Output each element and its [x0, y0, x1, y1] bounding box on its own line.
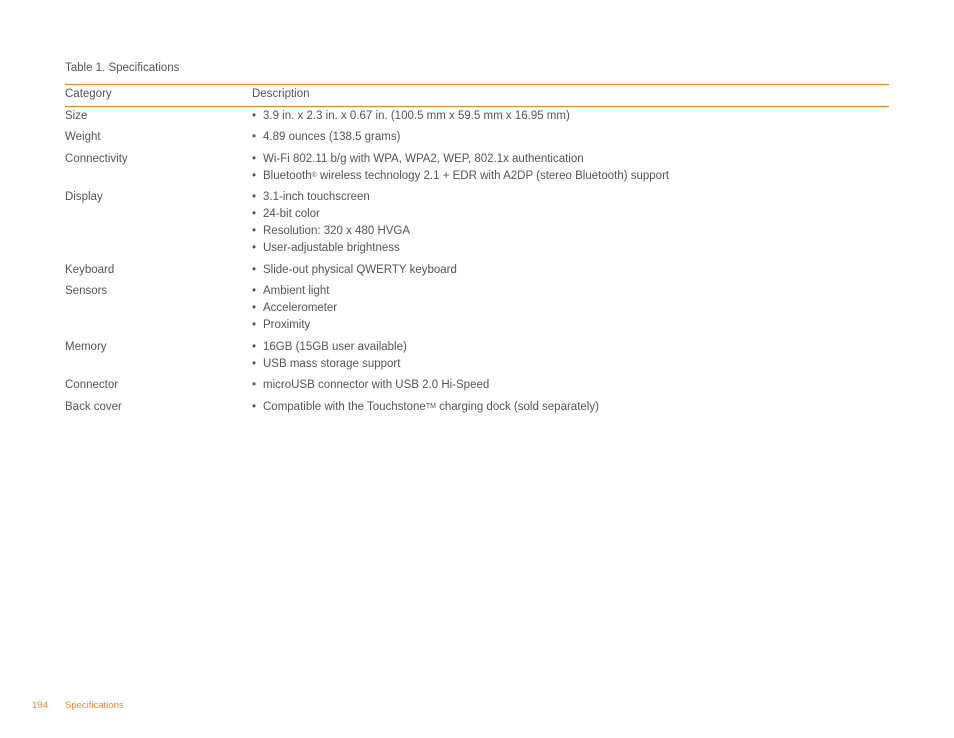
description-bullet: • 3.9 in. x 2.3 in. x 0.67 in. (100.5 mm … — [252, 108, 570, 125]
row-category: Weight — [65, 131, 101, 143]
bullet-text: Resolution: 320 x 480 HVGA — [263, 225, 411, 237]
row-description: • Ambient light • Accelerometer • Proximity — [252, 283, 337, 334]
bullet-icon: • — [252, 208, 257, 220]
table-top-rule — [65, 84, 889, 85]
bullet-icon: • — [252, 341, 257, 353]
bullet-text: Ambient light — [263, 285, 330, 297]
row-category: Back cover — [65, 401, 122, 413]
bullet-text: 4.89 ounces (138.5 grams) — [263, 131, 401, 143]
bullet-icon: • — [252, 401, 257, 413]
bullet-text: Proximity — [263, 319, 311, 331]
row-description: • Compatible with the TouchstoneTM chargi… — [252, 399, 599, 416]
page-number: 194 — [32, 700, 48, 711]
description-bullet: • 4.89 ounces (138.5 grams) — [252, 129, 400, 146]
row-description: • Slide-out physical QWERTY keyboard — [252, 262, 457, 279]
description-bullet: • 16GB (15GB user available) — [252, 339, 407, 356]
row-description: • 4.89 ounces (138.5 grams) — [252, 129, 400, 146]
table-caption: Table 1. Specifications — [65, 62, 180, 74]
description-bullet: • microUSB connector with USB 2.0 Hi-Spee… — [252, 377, 489, 394]
bullet-icon: • — [252, 225, 257, 237]
bullet-text: 24-bit color — [263, 208, 320, 220]
row-category: Size — [65, 110, 88, 122]
header-category: Category — [65, 88, 112, 100]
row-description: • 16GB (15GB user available) • USB mass sto… — [252, 339, 407, 373]
description-bullet: • Compatible with the TouchstoneTM chargi… — [252, 399, 599, 416]
bullet-icon: • — [252, 285, 257, 297]
bullet-text: 3.9 in. x 2.3 in. x 0.67 in. (100.5 mm x… — [263, 110, 570, 122]
description-bullet: • Accelerometer — [252, 300, 337, 317]
row-category: Sensors — [65, 285, 108, 297]
bullet-text: USB mass storage support — [263, 358, 401, 370]
row-category: Display — [65, 191, 103, 203]
footer-section: Specifications — [65, 700, 124, 711]
description-bullet: • Bluetooth® wireless technology 2.1 + ED… — [252, 168, 669, 185]
bullet-text: Compatible with the TouchstoneTM chargin… — [263, 401, 599, 413]
bullet-icon: • — [252, 242, 257, 254]
bullet-icon: • — [252, 131, 257, 143]
row-category: Memory — [65, 341, 107, 353]
row-description: • 3.1-inch touchscreen • 24-bit color • Resol… — [252, 189, 410, 257]
bullet-text: microUSB connector with USB 2.0 Hi-Speed — [263, 379, 490, 391]
description-bullet: • Ambient light — [252, 283, 337, 300]
bullet-icon: • — [252, 170, 257, 182]
bullet-icon: • — [252, 110, 257, 122]
bullet-icon: • — [252, 358, 257, 370]
bullet-text: 16GB (15GB user available) — [263, 341, 407, 353]
row-description: • microUSB connector with USB 2.0 Hi-Spee… — [252, 377, 489, 394]
description-bullet: • 24-bit color — [252, 206, 410, 223]
bullet-icon: • — [252, 319, 257, 331]
bullet-text: Bluetooth® wireless technology 2.1 + EDR… — [263, 170, 670, 182]
bullet-icon: • — [252, 379, 257, 391]
bullet-icon: • — [252, 264, 257, 276]
row-description: • 3.9 in. x 2.3 in. x 0.67 in. (100.5 mm … — [252, 108, 570, 125]
bullet-text: User-adjustable brightness — [263, 242, 400, 254]
row-category: Keyboard — [65, 264, 115, 276]
description-bullet: • Resolution: 320 x 480 HVGA — [252, 223, 410, 240]
row-category: Connector — [65, 379, 119, 391]
bullet-text: Slide-out physical QWERTY keyboard — [263, 264, 457, 276]
table-header-rule — [65, 106, 889, 107]
description-bullet: • Slide-out physical QWERTY keyboard — [252, 262, 457, 279]
description-bullet: • USB mass storage support — [252, 356, 407, 373]
description-bullet: • Proximity — [252, 317, 337, 334]
bullet-text: Wi-Fi 802.11 b/g with WPA, WPA2, WEP, 80… — [263, 153, 584, 165]
description-bullet: • User-adjustable brightness — [252, 240, 410, 257]
bullet-icon: • — [252, 302, 257, 314]
row-description: • Wi-Fi 802.11 b/g with WPA, WPA2, WEP, 8… — [252, 151, 669, 185]
description-bullet: • Wi-Fi 802.11 b/g with WPA, WPA2, WEP, 8… — [252, 151, 669, 168]
bullet-text: 3.1-inch touchscreen — [263, 191, 370, 203]
description-bullet: • 3.1-inch touchscreen — [252, 189, 410, 206]
row-category: Connectivity — [65, 153, 128, 165]
bullet-icon: • — [252, 153, 257, 165]
bullet-icon: • — [252, 191, 257, 203]
bullet-text: Accelerometer — [263, 302, 338, 314]
header-description: Description — [252, 88, 310, 100]
